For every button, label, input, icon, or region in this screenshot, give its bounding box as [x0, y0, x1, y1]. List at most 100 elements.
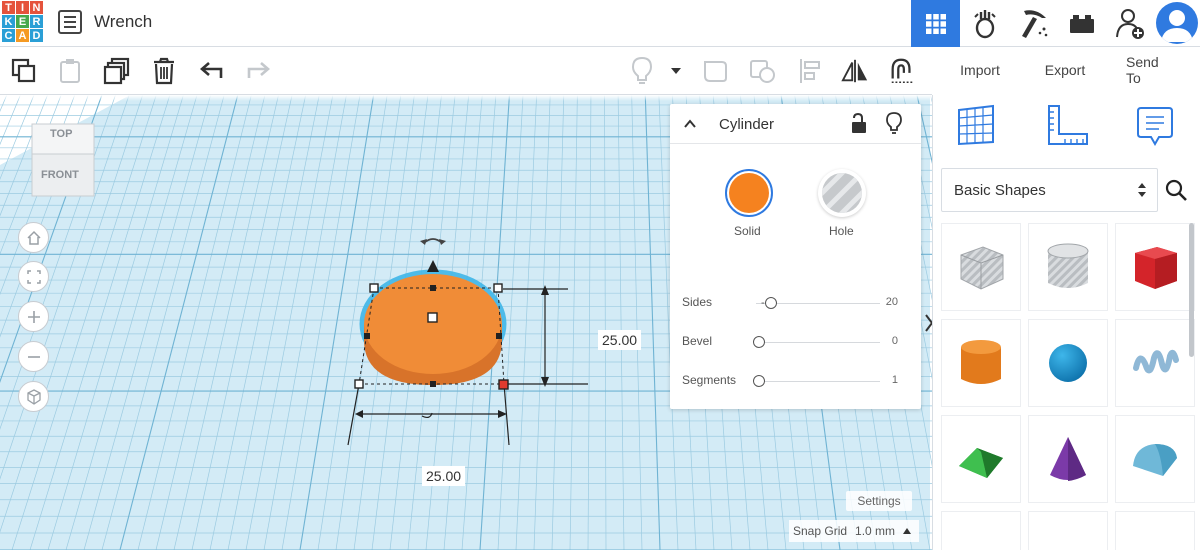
shape-sphere[interactable]	[1028, 319, 1108, 407]
settings-button[interactable]: Settings	[846, 491, 912, 511]
shape-partial[interactable]	[1028, 511, 1108, 550]
view-cube[interactable]: TOP FRONT	[24, 120, 102, 198]
shape-scribble[interactable]	[1115, 319, 1195, 407]
box-hole-icon	[960, 246, 1004, 290]
bevel-slider-track[interactable]	[756, 342, 880, 343]
notes-button[interactable]	[628, 56, 656, 85]
add-user-button[interactable]	[1106, 0, 1155, 47]
ungroup-button[interactable]	[749, 57, 777, 85]
shape-category-value: Basic Shapes	[954, 181, 1046, 199]
user-avatar[interactable]	[1156, 2, 1198, 44]
view-cube-front-label[interactable]: FRONT	[41, 169, 79, 181]
home-view-button[interactable]	[18, 222, 49, 253]
redo-icon	[247, 62, 270, 78]
logo-letter: E	[16, 15, 29, 28]
shape-category-select[interactable]: Basic Shapes	[941, 168, 1158, 212]
shape-box-hole[interactable]	[941, 223, 1021, 311]
shape-cylinder[interactable]	[941, 319, 1021, 407]
chevron-down-icon	[671, 68, 681, 74]
height-dimension-value[interactable]: 25.00	[598, 330, 642, 350]
cruise-button[interactable]	[888, 57, 916, 85]
inspector-title: Cylinder	[719, 116, 775, 133]
segments-slider-track[interactable]	[756, 381, 880, 382]
shape-inspector: Cylinder Solid Hole Sides - 20 Bevel 0 S…	[670, 104, 921, 409]
hole-button[interactable]	[818, 169, 866, 217]
shape-partial[interactable]	[1115, 511, 1195, 550]
mirror-button[interactable]	[841, 57, 869, 85]
import-button[interactable]: Import	[940, 55, 1020, 85]
segments-label: Segments	[682, 373, 737, 387]
snap-grid-value[interactable]: 1.0 mm	[855, 524, 895, 538]
zoom-in-button[interactable]	[18, 301, 49, 332]
snap-grid-label: Snap Grid	[793, 524, 848, 538]
copy-button[interactable]	[10, 57, 38, 85]
circuits-button[interactable]	[960, 0, 1009, 47]
snap-grid-control[interactable]: Snap Grid 1.0 mm	[789, 520, 919, 542]
circuits-icon	[973, 9, 996, 38]
group-button[interactable]	[702, 57, 730, 85]
round-roof-icon	[1133, 444, 1177, 476]
width-dimension-value[interactable]: 25.00	[422, 466, 466, 486]
paste-button[interactable]	[56, 57, 84, 85]
lock-button[interactable]	[850, 112, 870, 135]
notes-tool-button[interactable]	[1135, 104, 1179, 150]
ungroup-icon	[750, 60, 775, 83]
inspector-header: Cylinder	[670, 104, 921, 144]
box-icon	[1135, 247, 1177, 289]
view-cube-top-label[interactable]: TOP	[50, 128, 72, 140]
solid-color-button[interactable]	[725, 169, 773, 217]
sides-value[interactable]: 20	[868, 296, 898, 308]
shape-partial[interactable]	[941, 511, 1021, 550]
user-avatar-icon	[1161, 10, 1193, 42]
cylinder-icon	[961, 340, 1001, 384]
export-button[interactable]: Export	[1026, 55, 1104, 85]
sides-slider-knob[interactable]	[765, 297, 777, 309]
logo-letter: T	[2, 1, 15, 14]
zoom-out-button[interactable]	[18, 341, 49, 372]
shape-search-button[interactable]	[1158, 168, 1193, 212]
lightbulb-icon	[631, 56, 653, 84]
design-title[interactable]: Wrench	[94, 12, 152, 32]
codeblocks-button[interactable]	[1009, 0, 1058, 47]
perspective-button[interactable]	[18, 381, 49, 412]
shape-box[interactable]	[1115, 223, 1195, 311]
workplane-tool-button[interactable]	[955, 104, 999, 148]
light-button[interactable]	[886, 112, 906, 136]
cone-icon	[1050, 437, 1086, 481]
plus-icon	[27, 310, 40, 323]
perspective-cube-icon	[26, 388, 41, 405]
tinkercad-logo[interactable]: T I N K E R C A D	[2, 1, 44, 43]
shape-round-roof[interactable]	[1115, 415, 1195, 503]
sphere-icon	[1049, 344, 1087, 382]
sides-label: Sides	[682, 295, 713, 309]
align-button[interactable]	[796, 57, 824, 85]
segments-slider-knob[interactable]	[753, 375, 765, 387]
bevel-value[interactable]: 0	[868, 335, 898, 347]
undo-button[interactable]	[198, 57, 226, 85]
design-list-icon[interactable]	[58, 10, 82, 34]
redo-button[interactable]	[244, 57, 272, 85]
caret-up-icon	[903, 528, 912, 534]
duplicate-icon	[103, 57, 130, 85]
shape-roof[interactable]	[941, 415, 1021, 503]
shapes-scrollbar[interactable]	[1189, 223, 1194, 357]
notes-dropdown-button[interactable]	[666, 57, 686, 85]
bricks-button[interactable]	[1057, 0, 1106, 47]
workplane-grid-icon	[958, 104, 994, 146]
top-bar: T I N K E R C A D Wrench	[0, 0, 1200, 47]
grid-view-button[interactable]	[911, 0, 960, 47]
delete-button[interactable]	[150, 57, 178, 85]
shape-cylinder-hole[interactable]	[1028, 223, 1108, 311]
logo-letter: A	[16, 29, 29, 42]
segments-value[interactable]: 1	[868, 374, 898, 386]
bevel-slider-knob[interactable]	[753, 336, 765, 348]
duplicate-button[interactable]	[103, 57, 131, 85]
fit-view-button[interactable]	[18, 261, 49, 292]
shape-cone[interactable]	[1028, 415, 1108, 503]
collapse-inspector-button[interactable]	[682, 116, 698, 132]
send-to-button[interactable]: Send To	[1110, 54, 1192, 86]
ruler-tool-button[interactable]	[1045, 104, 1091, 148]
undo-icon	[200, 62, 223, 78]
minus-icon	[27, 355, 40, 358]
fit-view-icon	[26, 269, 41, 284]
